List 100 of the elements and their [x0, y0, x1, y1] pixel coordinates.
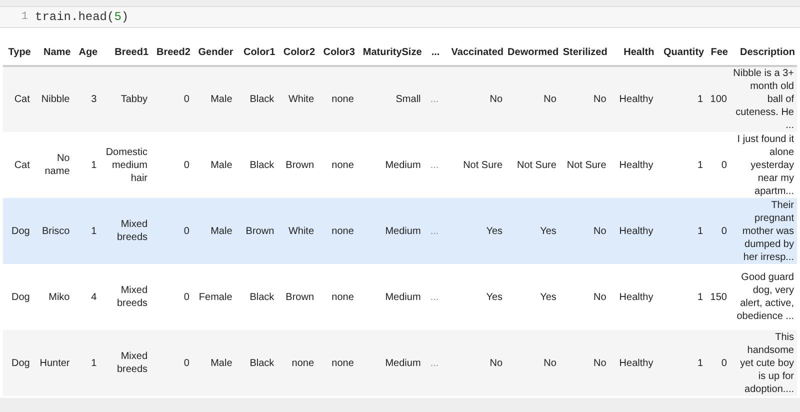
table-cell: Good guard dog, very alert, active, obedience ... [736, 272, 794, 322]
table-cell: Dog [12, 358, 30, 368]
table-cell: White [288, 226, 314, 236]
table-cell: 1 [698, 226, 704, 236]
table-cell: No [490, 358, 503, 368]
table-cell: Mixed breeds [116, 219, 148, 243]
table-cell: No [594, 94, 606, 105]
table-cell: none [332, 160, 354, 170]
table-cell: Dog [12, 292, 30, 302]
column-header: Type [3, 36, 33, 66]
table-cell: Brisco [42, 226, 70, 236]
table-cell: Brown [286, 292, 314, 302]
table-cell: ... [430, 160, 439, 170]
table-cell: ... [430, 292, 439, 302]
table-cell: 0 [721, 160, 727, 170]
table-cell: No name [44, 153, 70, 177]
table-cell: Male [210, 160, 232, 170]
table-cell: none [332, 358, 354, 368]
table-cell: Brown [246, 226, 274, 236]
table-cell: 1 [698, 160, 704, 170]
table-cell: 0 [184, 94, 190, 105]
table-cell: Medium [385, 358, 421, 368]
table-cell: 1 [91, 160, 97, 170]
table-cell: 0 [184, 292, 190, 302]
table-cell: I just found it alone yesterday near my apartm... [737, 134, 794, 196]
table-cell: none [332, 94, 354, 105]
table-cell: White [288, 94, 314, 105]
table-cell: ... [430, 94, 439, 105]
table-cell: Healthy [619, 160, 654, 170]
table-cell: Not Sure [463, 160, 503, 170]
table-cell: Black [250, 292, 274, 302]
column-header: Vaccinated [442, 36, 506, 66]
table-cell: Yes [540, 226, 556, 236]
column-header: Age [72, 36, 100, 66]
table-cell: 3 [91, 94, 97, 105]
table-cell: Hunter [40, 358, 70, 368]
table-cell: 0 [184, 160, 190, 170]
table-cell: Mixed breeds [116, 351, 148, 375]
column-header: Gender [192, 36, 236, 66]
table-cell: Male [210, 358, 232, 368]
table-cell: 0 [184, 226, 190, 236]
table-cell: Not Sure [566, 160, 606, 170]
table-cell: 0 [721, 226, 727, 236]
table-cell: none [332, 292, 354, 302]
table-cell: Cat [14, 160, 30, 170]
table-cell: Medium [385, 292, 421, 302]
table-cell: No [594, 226, 606, 236]
table-cell: Dog [12, 226, 30, 236]
column-header: ... [424, 36, 442, 66]
table-cell: No [594, 358, 606, 368]
table-cell: ... [430, 226, 439, 236]
table-cell: 150 [710, 292, 727, 302]
column-header: Color3 [317, 36, 357, 66]
table-cell: Yes [540, 292, 556, 302]
column-header: Description [730, 36, 797, 66]
table-cell: 1 [698, 358, 704, 368]
table-cell: Mixed breeds [116, 285, 148, 309]
column-header: Breed2 [150, 36, 192, 66]
table-cell: Male [210, 226, 232, 236]
table-cell: Nibble [41, 94, 70, 105]
table-cell: Healthy [619, 94, 654, 105]
table-cell: none [292, 358, 314, 368]
table-cell: Not Sure [516, 160, 556, 170]
table-cell: ... [430, 358, 439, 368]
table-cell: Yes [486, 292, 503, 302]
table-cell: Healthy [619, 358, 654, 368]
table-cell: No [594, 292, 606, 302]
table-cell: 1 [91, 358, 97, 368]
table-cell: Black [250, 94, 274, 105]
code-line[interactable]: train.head(5) [35, 8, 129, 26]
table-cell: Black [250, 160, 274, 170]
table-cell: Miko [48, 292, 70, 302]
table-cell: 1 [91, 226, 97, 236]
table-cell: Healthy [619, 292, 654, 302]
table-cell: No [544, 94, 556, 105]
column-header: Dewormed [506, 36, 560, 66]
table-cell: Small [396, 94, 421, 105]
table-cell: No [490, 94, 503, 105]
table-cell: Nibble is a 3+ month old ball of cuteness. He ... [733, 68, 794, 131]
table-cell: Brown [286, 160, 314, 170]
column-header: Sterilized [559, 36, 610, 66]
table-cell: No [544, 358, 556, 368]
table-cell: Male [210, 94, 232, 105]
table-cell: Black [250, 358, 274, 368]
table-cell: Cat [14, 94, 30, 105]
column-header: MaturitySize [356, 36, 424, 66]
column-header: Fee [706, 36, 730, 66]
table-cell: Yes [486, 226, 503, 236]
column-header: Name [32, 36, 73, 66]
table-cell: 4 [91, 292, 97, 302]
table-cell: Tabby [120, 94, 148, 105]
column-header: Quantity [656, 36, 706, 66]
table-cell: Healthy [619, 226, 654, 236]
table-cell: 0 [184, 358, 190, 368]
column-header: Health [609, 36, 656, 66]
line-number: 1 [20, 10, 28, 25]
column-header: Breed1 [100, 36, 151, 66]
table-cell: 0 [721, 358, 727, 368]
table-cell: 1 [698, 292, 704, 302]
table-cell: Domestic medium hair [106, 146, 148, 184]
